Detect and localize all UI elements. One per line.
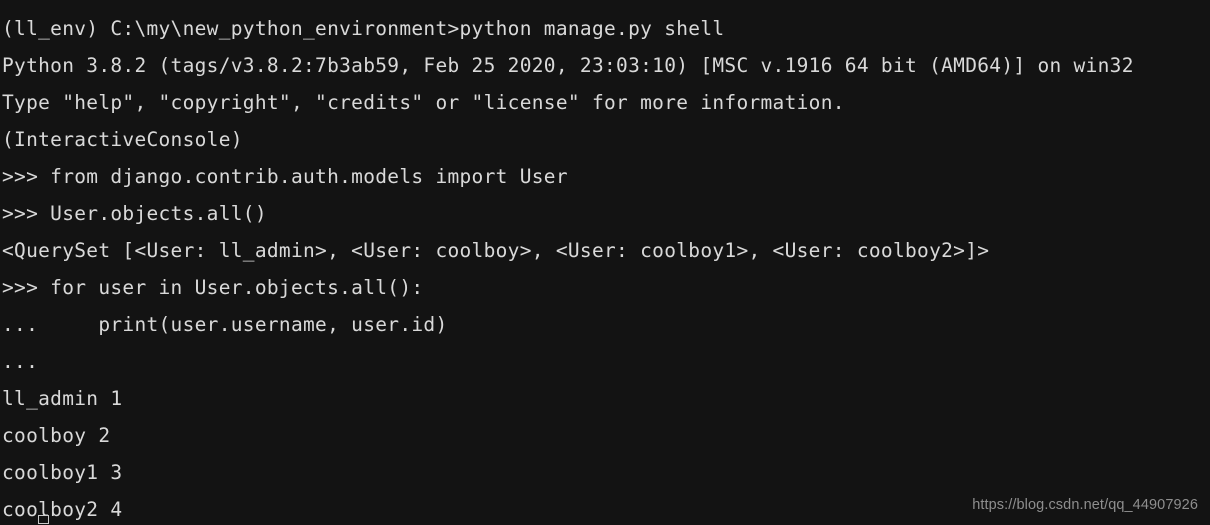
console-line: Type "help", "copyright", "credits" or "… xyxy=(2,91,845,114)
console-line: coolboy1 3 xyxy=(2,461,123,484)
terminal-window[interactable]: (ll_env) C:\my\new_python_environment>py… xyxy=(0,0,1210,525)
console-line: >>> for user in User.objects.all(): xyxy=(2,276,424,299)
console-output-area[interactable]: (ll_env) C:\my\new_python_environment>py… xyxy=(0,0,1210,525)
console-line: <QuerySet [<User: ll_admin>, <User: cool… xyxy=(2,239,990,262)
console-line: (ll_env) C:\my\new_python_environment>py… xyxy=(2,17,725,40)
console-line: (InteractiveConsole) xyxy=(2,128,243,151)
watermark-url: https://blog.csdn.net/qq_44907926 xyxy=(972,497,1198,513)
console-line: >>> from django.contrib.auth.models impo… xyxy=(2,165,568,188)
console-line: coolboy 2 xyxy=(2,424,111,447)
text-cursor xyxy=(38,515,49,524)
console-line: ... print(user.username, user.id) xyxy=(2,313,448,336)
console-line: ... xyxy=(2,350,39,373)
console-line: Python 3.8.2 (tags/v3.8.2:7b3ab59, Feb 2… xyxy=(2,54,1134,77)
console-line: ll_admin 1 xyxy=(2,387,123,410)
console-line: >>> User.objects.all() xyxy=(2,202,267,225)
